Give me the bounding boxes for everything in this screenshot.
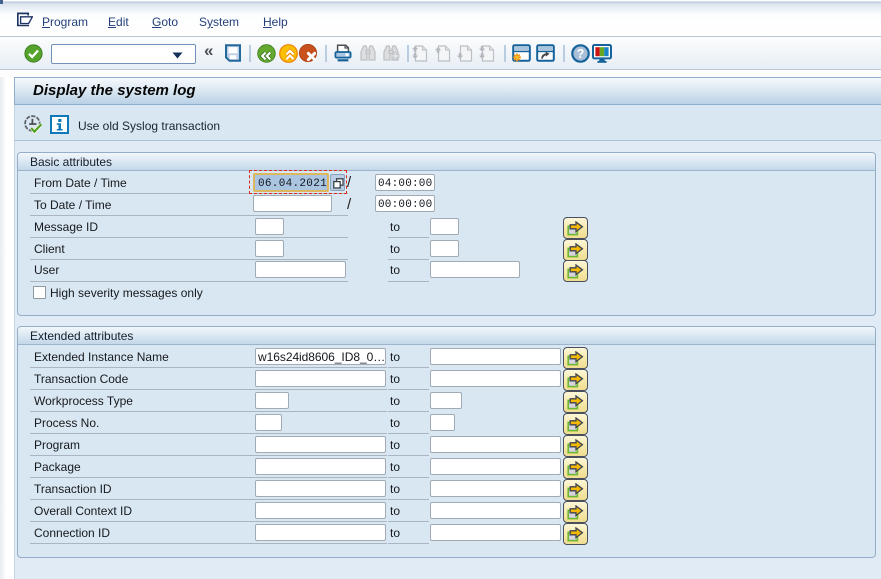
- svg-text:?: ?: [577, 47, 585, 61]
